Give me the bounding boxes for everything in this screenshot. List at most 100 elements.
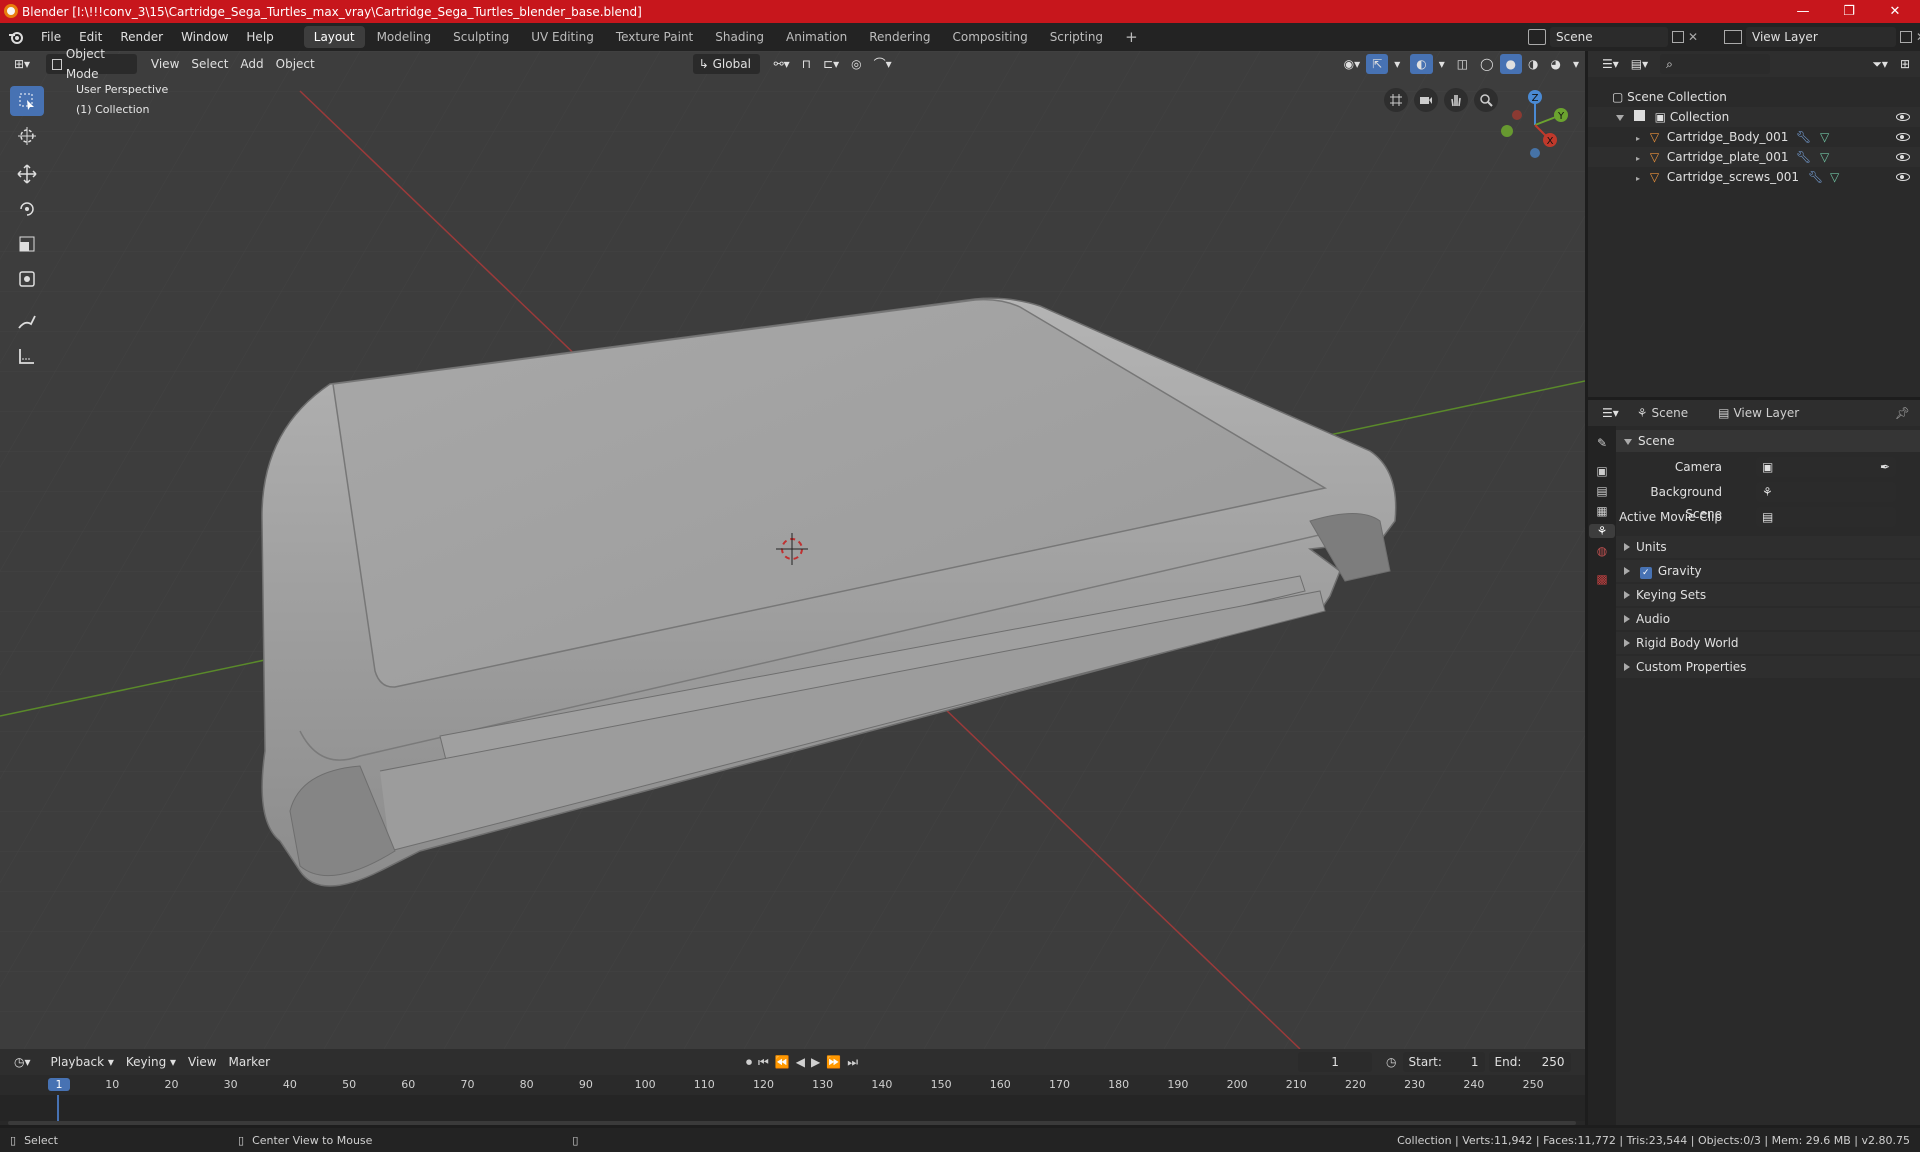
select-box-tool[interactable] <box>10 86 44 116</box>
render-tab-icon[interactable]: ▣ <box>1596 464 1607 478</box>
frame-ruler[interactable]: 1 10 20 30 40 50 60 70 80 90 100 110 120 130 140 150 160… <box>0 1075 1585 1095</box>
view-layer-tab-icon[interactable]: ▦ <box>1596 504 1607 518</box>
maximize-button[interactable]: ❐ <box>1826 0 1872 23</box>
menu-window[interactable]: Window <box>172 23 237 51</box>
background-scene-field[interactable]: ⚘ <box>1756 482 1896 502</box>
expand-icon[interactable]: ▸ <box>1636 174 1640 183</box>
clock-icon[interactable]: ◷ <box>1386 1055 1396 1069</box>
tab-layout[interactable]: Layout <box>303 26 365 48</box>
blender-menu-icon[interactable] <box>0 30 32 44</box>
timeline-scrollbar[interactable] <box>8 1121 1576 1125</box>
falloff-icon[interactable]: ⌒▾ <box>868 54 898 74</box>
tab-sculpting[interactable]: Sculpting <box>443 26 519 48</box>
scene-field[interactable]: Scene <box>1550 27 1668 47</box>
new-collection-icon[interactable]: ⊞ <box>1894 54 1916 74</box>
new-scene-icon[interactable] <box>1672 31 1684 43</box>
pan-hand-icon[interactable] <box>1444 88 1468 112</box>
jump-end-icon[interactable]: ⏭ <box>847 1055 858 1070</box>
modifier-wrench-icon[interactable]: 🔧︎ <box>1796 147 1811 167</box>
modifier-wrench-icon[interactable]: 🔧︎ <box>1808 167 1823 187</box>
mesh-data-icon[interactable]: ▽ <box>1830 167 1839 187</box>
tool-tab-icon[interactable]: ✎ <box>1597 436 1607 450</box>
delete-view-layer-icon[interactable]: ✕ <box>1916 30 1920 44</box>
xray-icon[interactable]: ◫ <box>1451 54 1474 74</box>
overlay-toggle-icon[interactable]: ◐ <box>1410 54 1433 74</box>
jump-start-icon[interactable]: ⏮ <box>758 1055 769 1070</box>
tab-compositing[interactable]: Compositing <box>942 26 1037 48</box>
record-icon[interactable]: ⏺ <box>746 1055 752 1070</box>
outliner-editor-icon[interactable]: ☰▾ <box>1596 54 1625 74</box>
outliner-item-row[interactable]: ▸ ▽ Cartridge_screws_001 🔧︎ ▽ <box>1588 167 1920 187</box>
play-icon[interactable]: ▶ <box>811 1055 820 1069</box>
gravity-panel-header[interactable]: ✓ Gravity <box>1616 560 1920 582</box>
timeline-view-menu[interactable]: View <box>182 1052 222 1072</box>
world-tab-icon[interactable]: ◍ <box>1597 544 1607 558</box>
tab-modeling[interactable]: Modeling <box>367 26 442 48</box>
visibility-eye-icon[interactable] <box>1896 173 1910 181</box>
timeline-editor-icon[interactable]: ◷▾ <box>8 1052 37 1072</box>
active-movie-clip-field[interactable]: ▤ <box>1756 507 1896 527</box>
scene-panel-header[interactable]: Scene <box>1616 430 1920 452</box>
new-view-layer-icon[interactable] <box>1900 31 1912 43</box>
outliner-item-row[interactable]: ▸ ▽ Cartridge_plate_001 🔧︎ ▽ <box>1588 147 1920 167</box>
wireframe-shading-icon[interactable]: ◯ <box>1474 54 1499 74</box>
texture-tab-icon[interactable]: ▩ <box>1596 572 1607 586</box>
current-frame-field[interactable]: 1 <box>1298 1052 1373 1072</box>
camera-field[interactable]: ▣ ✒ <box>1756 457 1896 477</box>
visibility-eye-icon[interactable] <box>1896 113 1910 121</box>
overlay-dropdown-icon[interactable]: ▾ <box>1433 54 1451 74</box>
tab-texture-paint[interactable]: Texture Paint <box>606 26 703 48</box>
shading-dropdown-icon[interactable]: ▾ <box>1567 54 1585 74</box>
menu-help[interactable]: Help <box>237 23 282 51</box>
transform-tool[interactable] <box>10 264 44 294</box>
tab-animation[interactable]: Animation <box>776 26 857 48</box>
outliner-root-row[interactable]: ▢ Scene Collection <box>1588 87 1920 107</box>
properties-editor-icon[interactable]: ☰▾ <box>1596 403 1625 423</box>
editor-type-icon[interactable]: ⊞▾ <box>8 54 36 74</box>
material-shading-icon[interactable]: ◑ <box>1522 54 1544 74</box>
modifier-wrench-icon[interactable]: 🔧︎ <box>1796 127 1811 147</box>
custom-properties-panel-header[interactable]: Custom Properties <box>1616 656 1920 678</box>
expand-icon[interactable]: ▸ <box>1636 134 1640 143</box>
prev-keyframe-icon[interactable]: ⏪ <box>775 1055 790 1069</box>
pin-icon[interactable]: 📌︎ <box>1895 406 1910 420</box>
rigid-body-world-panel-header[interactable]: Rigid Body World <box>1616 632 1920 654</box>
units-panel-header[interactable]: Units <box>1616 536 1920 558</box>
tab-rendering[interactable]: Rendering <box>859 26 940 48</box>
rendered-shading-icon[interactable]: ◕ <box>1544 54 1566 74</box>
gizmo-toggle-icon[interactable]: ⇱ <box>1366 54 1389 74</box>
menu-view[interactable]: View <box>145 54 185 74</box>
eyedropper-icon[interactable]: ✒ <box>1880 457 1890 477</box>
visibility-eye-icon[interactable] <box>1896 153 1910 161</box>
add-workspace-button[interactable]: + <box>1115 26 1148 48</box>
rotate-tool[interactable] <box>10 194 44 224</box>
tab-uv-editing[interactable]: UV Editing <box>521 26 604 48</box>
checkbox-icon[interactable] <box>1633 110 1645 121</box>
start-frame-field[interactable]: Start: 1 <box>1402 1052 1485 1072</box>
minimize-button[interactable]: — <box>1780 0 1826 23</box>
end-frame-field[interactable]: End: 250 <box>1488 1052 1571 1072</box>
expand-icon[interactable]: ▸ <box>1636 154 1640 163</box>
grid-view-icon[interactable] <box>1384 88 1408 112</box>
measure-tool[interactable] <box>10 341 44 371</box>
tab-scripting[interactable]: Scripting <box>1040 26 1113 48</box>
pivot-icon[interactable]: ⚯▾ <box>768 54 796 74</box>
snap-target-icon[interactable]: ⊏▾ <box>817 54 845 74</box>
tab-shading[interactable]: Shading <box>705 26 774 48</box>
marker-menu[interactable]: Marker <box>223 1052 276 1072</box>
display-mode-icon[interactable]: ▤▾ <box>1625 54 1654 74</box>
3d-viewport[interactable]: User Perspective (1) Collection Z Y X <box>0 51 1585 1049</box>
filter-icon[interactable]: ⏷▾ <box>1866 54 1894 74</box>
snap-icon[interactable]: ⊓ <box>796 54 817 74</box>
gizmo-dropdown-icon[interactable]: ▾ <box>1388 54 1406 74</box>
orientation-dropdown[interactable]: ↳ Global <box>692 54 760 74</box>
playback-menu[interactable]: Playback ▾ <box>45 1052 120 1072</box>
solid-shading-icon[interactable]: ● <box>1499 54 1522 74</box>
visibility-eye-icon[interactable] <box>1896 133 1910 141</box>
audio-panel-header[interactable]: Audio <box>1616 608 1920 630</box>
delete-scene-icon[interactable]: ✕ <box>1688 30 1698 44</box>
proportional-edit-icon[interactable]: ◎ <box>845 54 867 74</box>
menu-object[interactable]: Object <box>270 54 321 74</box>
next-keyframe-icon[interactable]: ⏩ <box>826 1055 841 1069</box>
mode-dropdown[interactable]: Object Mode <box>46 47 137 81</box>
